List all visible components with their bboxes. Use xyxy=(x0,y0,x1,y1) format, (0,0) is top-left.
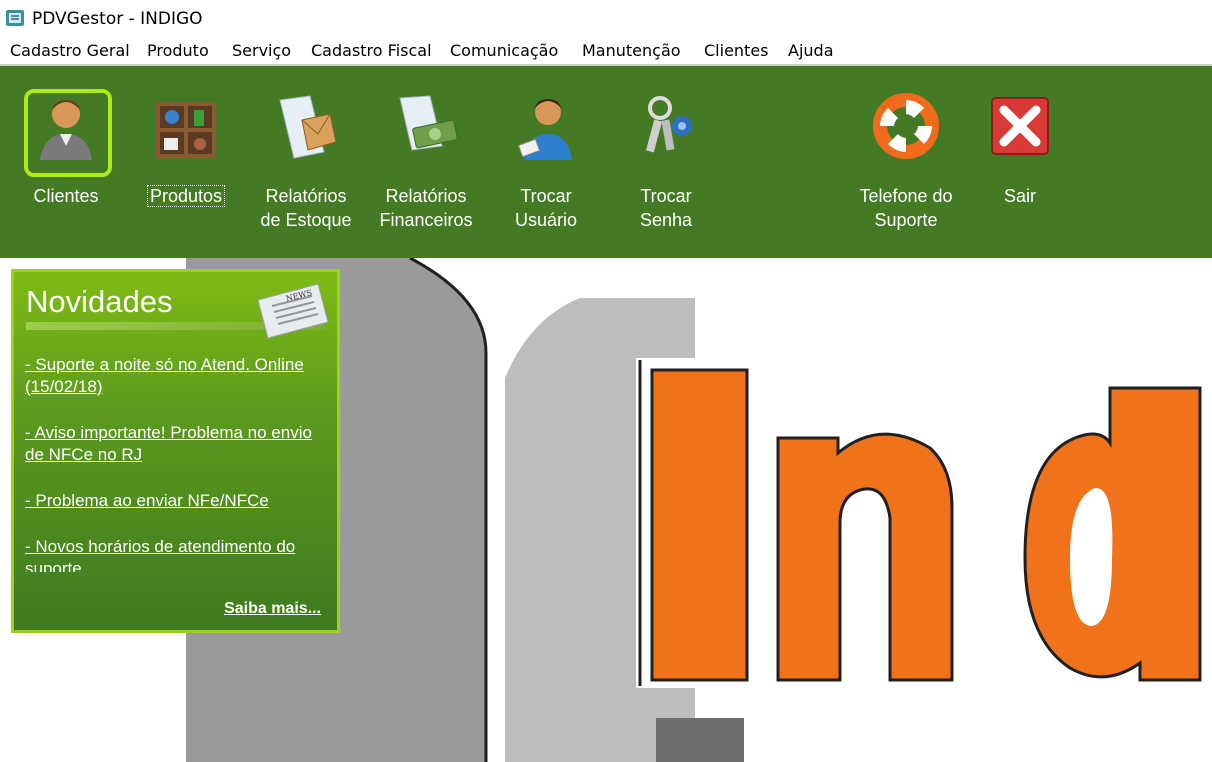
news-item-1[interactable]: - Suporte a noite só no Atend. Online (1… xyxy=(25,354,330,398)
person-icon xyxy=(40,100,92,160)
news-list: - Suporte a noite só no Atend. Online (1… xyxy=(25,354,330,572)
clientes-button[interactable]: Clientes xyxy=(6,86,126,236)
pdvgestor-app-icon xyxy=(6,10,24,26)
package-report-icon xyxy=(279,95,337,159)
newspaper-icon: NEWS xyxy=(257,283,329,339)
window-title: PDVGestor - INDIGO xyxy=(32,9,203,29)
menu-servico[interactable]: Serviço xyxy=(232,41,291,60)
news-item-4[interactable]: - Novos horários de atendimento do supor… xyxy=(25,536,330,572)
lifebuoy-icon xyxy=(873,93,939,159)
news-panel: Novidades NEWS - Suporte a noite só no A… xyxy=(11,269,340,633)
menu-cadastro-geral[interactable]: Cadastro Geral xyxy=(10,41,130,60)
menu-clientes[interactable]: Clientes xyxy=(704,41,769,60)
news-item-3[interactable]: - Problema ao enviar NFe/NFCe xyxy=(25,490,330,512)
close-x-icon xyxy=(991,97,1049,155)
menu-manutencao[interactable]: Manutenção xyxy=(582,41,681,60)
clientes-label: Clientes xyxy=(33,186,99,206)
menu-cadastro-fiscal[interactable]: Cadastro Fiscal xyxy=(311,41,432,60)
shelf-products-icon xyxy=(156,102,216,158)
trocar-usuario-button[interactable]: Trocar Usuário xyxy=(486,86,606,236)
menu-produto[interactable]: Produto xyxy=(147,41,209,60)
menu-bar: Cadastro Geral Produto Serviço Cadastro … xyxy=(0,38,1212,64)
sair-label: Sair xyxy=(1003,186,1036,206)
trocar-senha-label: Trocar Senha xyxy=(639,186,693,230)
saiba-mais-link[interactable]: Saiba mais... xyxy=(224,600,321,618)
news-item-2[interactable]: - Aviso importante! Problema no envio de… xyxy=(25,422,330,466)
produtos-label: Produtos xyxy=(146,185,226,207)
user-badge-icon xyxy=(517,99,572,160)
main-toolbar: Clientes Produtos Relatórios de Estoque xyxy=(0,66,1212,258)
relatorios-estoque-button[interactable]: Relatórios de Estoque xyxy=(246,86,366,236)
menu-comunicacao[interactable]: Comunicação xyxy=(450,41,558,60)
trocar-senha-button[interactable]: Trocar Senha xyxy=(606,86,726,236)
relatorios-financeiros-label: Relatórios Financeiros xyxy=(379,186,473,230)
relatorios-financeiros-button[interactable]: Relatórios Financeiros xyxy=(366,86,486,236)
menu-ajuda[interactable]: Ajuda xyxy=(788,41,834,60)
telefone-suporte-button[interactable]: Telefone do Suporte xyxy=(846,86,966,236)
trocar-usuario-label: Trocar Usuário xyxy=(514,186,578,230)
title-bar: PDVGestor - INDIGO xyxy=(0,0,1212,38)
news-title: Novidades xyxy=(26,284,173,319)
keys-icon xyxy=(645,96,692,153)
relatorios-estoque-label: Relatórios de Estoque xyxy=(260,186,352,230)
money-report-icon xyxy=(399,95,458,151)
sair-button[interactable]: Sair xyxy=(960,86,1080,236)
telefone-suporte-label: Telefone do Suporte xyxy=(859,186,953,230)
produtos-button[interactable]: Produtos xyxy=(126,86,246,236)
